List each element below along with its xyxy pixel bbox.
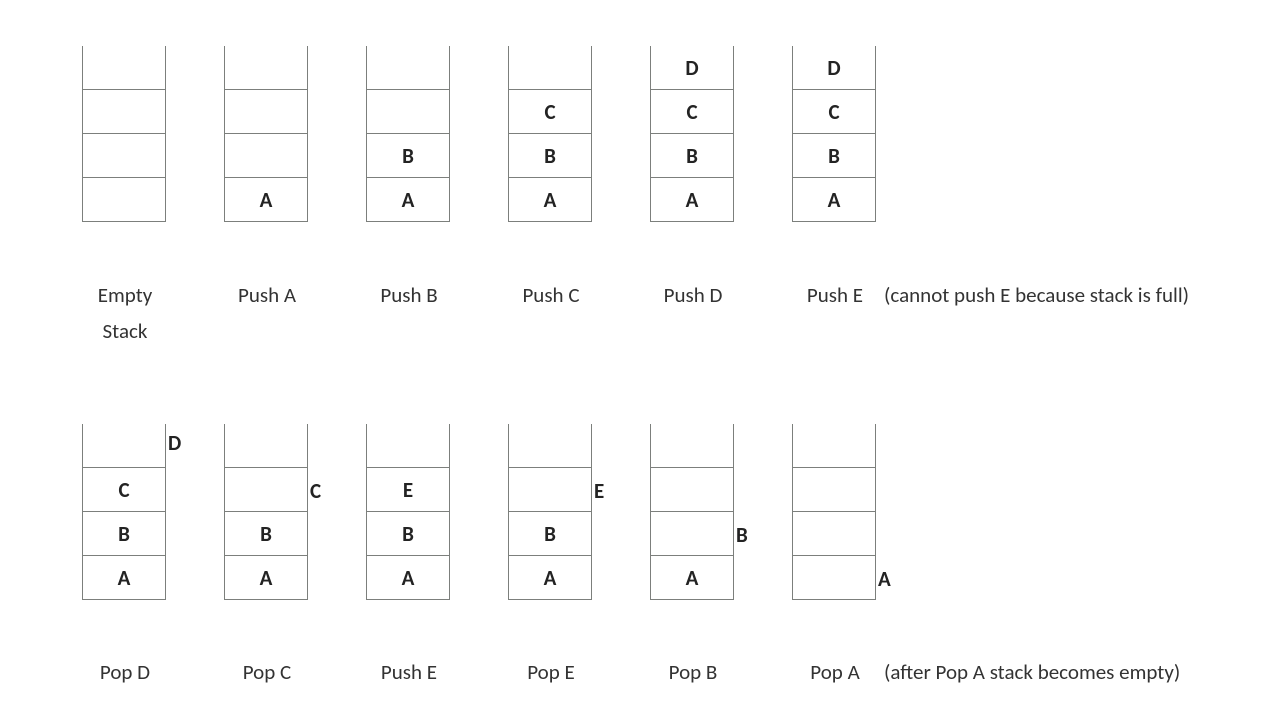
stack-cell: B	[508, 512, 592, 556]
stack-cell: B	[366, 512, 450, 556]
stack-cell: A	[508, 556, 592, 600]
stack-label: Pop B	[650, 655, 736, 691]
stack-cell: B	[508, 134, 592, 178]
stack-label: Push A	[224, 278, 310, 314]
stack-cell: B	[82, 512, 166, 556]
stack-b0: C B A D	[82, 424, 168, 600]
stack-3: C B A	[508, 46, 594, 222]
stack-cell: E	[366, 468, 450, 512]
stack-label: Push C	[508, 278, 594, 314]
stack-cell: C	[508, 90, 592, 134]
stack-label: Pop D	[82, 655, 168, 691]
stack-cell	[224, 468, 308, 512]
stack-cell: B	[224, 512, 308, 556]
stack-label: Empty Stack	[82, 278, 168, 349]
stack-label-text: Push E	[807, 282, 863, 308]
stack-label: Pop C	[224, 655, 310, 691]
stack-b3: B A E	[508, 424, 594, 600]
stack-cell	[366, 424, 450, 468]
stack-label: Push D	[650, 278, 736, 314]
stack-cell: D	[792, 46, 876, 90]
stack-cell: A	[366, 556, 450, 600]
stack-label: Push E (cannot push E because stack is f…	[792, 278, 878, 314]
popped-value: A	[878, 566, 891, 592]
stack-cell	[650, 424, 734, 468]
stack-cell	[792, 512, 876, 556]
stack-row-top: A B A C B A D C B A D C B A	[82, 46, 878, 222]
stack-cell: A	[792, 178, 876, 222]
stack-cell	[82, 134, 166, 178]
stack-label: Pop A (after Pop A stack becomes empty)	[792, 655, 878, 691]
stack-b1: B A C	[224, 424, 310, 600]
stack-cell: B	[650, 134, 734, 178]
stack-cell	[366, 46, 450, 90]
popped-value: C	[310, 478, 321, 504]
stack-cell	[82, 46, 166, 90]
stack-cell: A	[650, 178, 734, 222]
stack-row-bottom: C B A D B A C E B A B A E	[82, 424, 878, 600]
stack-b5: A	[792, 424, 878, 600]
stack-cell: B	[792, 134, 876, 178]
stack-cell: A	[650, 556, 734, 600]
stack-cell: B	[366, 134, 450, 178]
stack-cell: A	[508, 178, 592, 222]
stack-cell: A	[366, 178, 450, 222]
stack-cell	[508, 468, 592, 512]
stack-cell: C	[792, 90, 876, 134]
stack-cell	[82, 178, 166, 222]
stack-cell	[792, 556, 876, 600]
stack-1: A	[224, 46, 310, 222]
stack-cell	[650, 468, 734, 512]
stack-cell: A	[224, 178, 308, 222]
stack-cell	[792, 468, 876, 512]
stack-0	[82, 46, 168, 222]
stack-label-extra: (cannot push E because stack is full)	[884, 278, 1189, 314]
stack-2: B A	[366, 46, 452, 222]
stack-label: Push B	[366, 278, 452, 314]
popped-value: D	[168, 430, 181, 456]
stack-cell	[224, 424, 308, 468]
stack-label-extra: (after Pop A stack becomes empty)	[884, 655, 1180, 691]
label-row-bottom: Pop D Pop C Push E Pop E Pop B Pop A (af…	[82, 655, 878, 691]
stack-cell	[82, 90, 166, 134]
stack-cell: C	[650, 90, 734, 134]
label-row-top: Empty Stack Push A Push B Push C Push D …	[82, 278, 878, 349]
stack-b4: A B	[650, 424, 736, 600]
stack-cell	[82, 424, 166, 468]
stack-cell	[508, 46, 592, 90]
stack-label-text: Pop A	[810, 659, 859, 685]
popped-value: E	[594, 478, 604, 504]
stack-cell	[650, 512, 734, 556]
stack-cell	[792, 424, 876, 468]
stack-cell: D	[650, 46, 734, 90]
stack-cell	[366, 90, 450, 134]
stack-cell: A	[82, 556, 166, 600]
stack-cell	[224, 46, 308, 90]
stack-4: D C B A	[650, 46, 736, 222]
stack-cell	[224, 134, 308, 178]
stack-cell	[224, 90, 308, 134]
stack-cell	[508, 424, 592, 468]
stack-b2: E B A	[366, 424, 452, 600]
popped-value: B	[736, 522, 748, 548]
stack-5: D C B A	[792, 46, 878, 222]
stack-label: Push E	[366, 655, 452, 691]
stack-cell: C	[82, 468, 166, 512]
stack-cell: A	[224, 556, 308, 600]
stack-label: Pop E	[508, 655, 594, 691]
